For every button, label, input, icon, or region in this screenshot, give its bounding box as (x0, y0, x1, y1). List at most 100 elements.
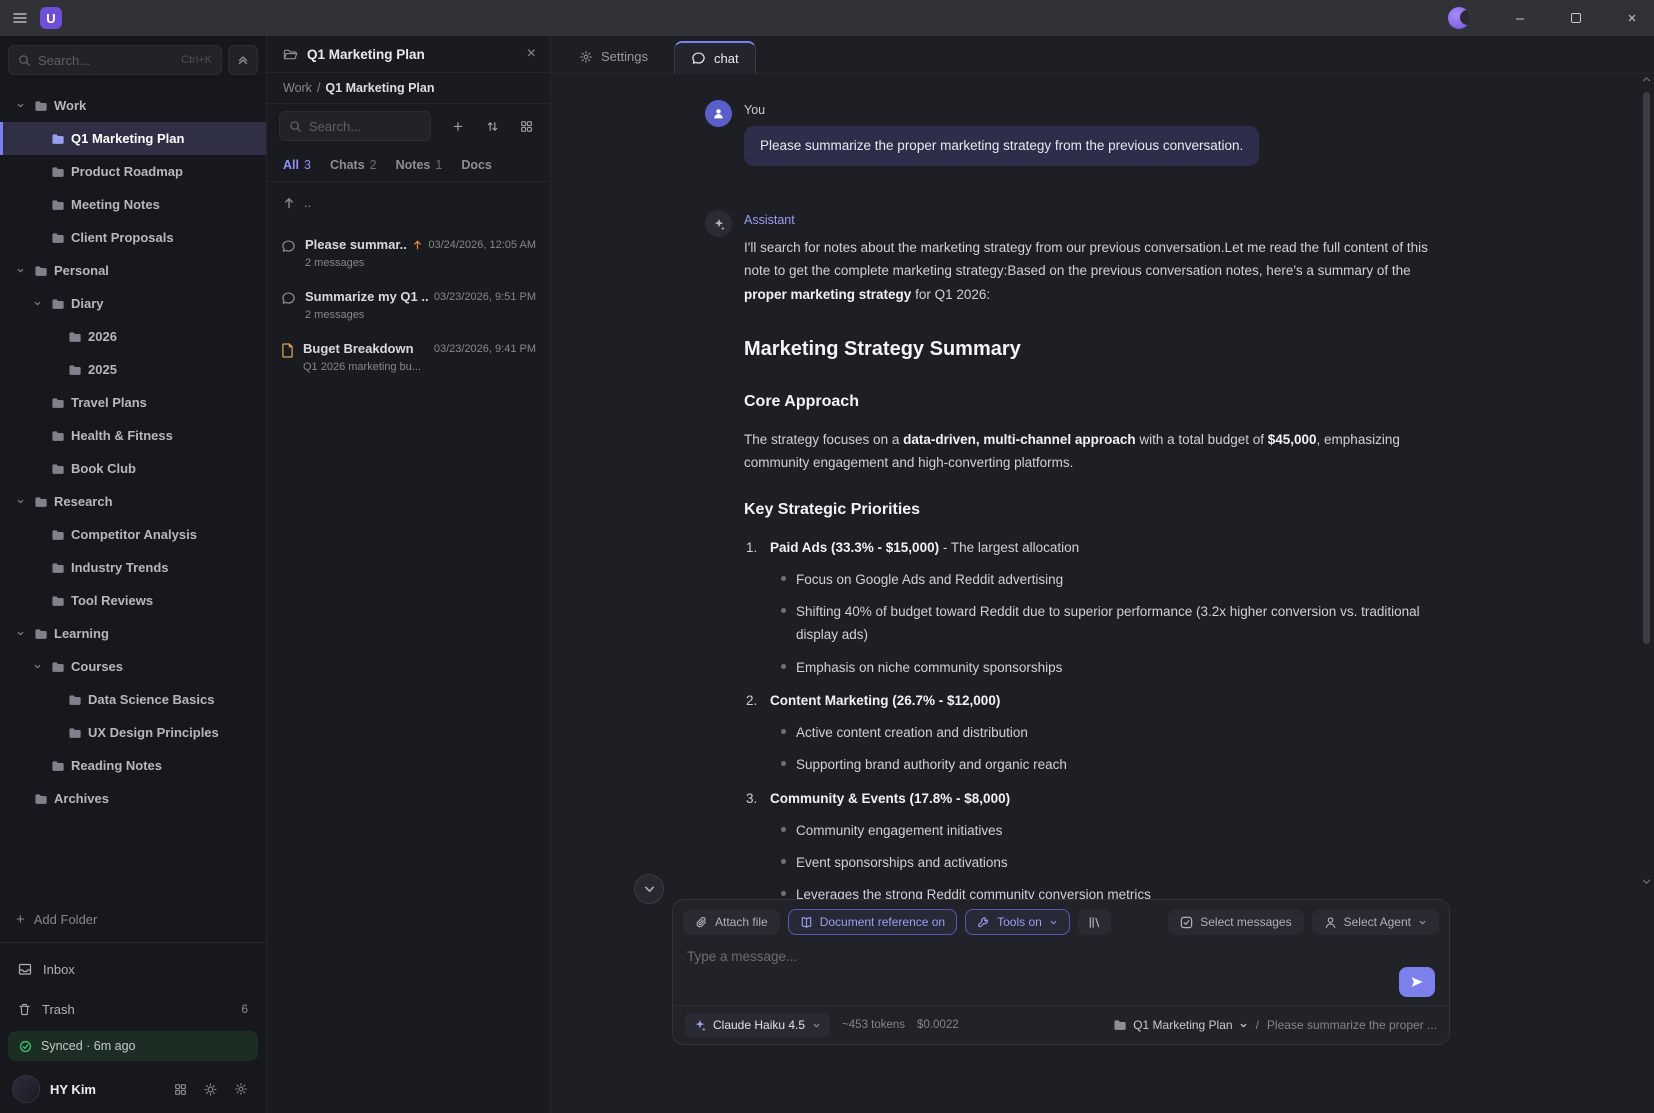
sidebar-item-diary[interactable]: Diary (0, 287, 266, 320)
tab-label: Docs (461, 158, 492, 172)
sidebar-item-book-club[interactable]: Book Club (0, 452, 266, 485)
context-folder-selector[interactable]: Q1 Marketing Plan (1113, 1018, 1247, 1032)
sidebar-search[interactable]: Ctrl+K (8, 45, 222, 75)
folder-icon (1113, 1019, 1127, 1031)
arrow-up-icon (283, 197, 295, 209)
sidebar-item-ux-design-principles[interactable]: UX Design Principles (0, 716, 266, 749)
chevron-down-icon[interactable] (12, 101, 28, 110)
sidebar-item-courses[interactable]: Courses (0, 650, 266, 683)
menu-icon[interactable] (12, 10, 28, 26)
list-item-buget-breakdown[interactable]: Buget Breakdown03/23/2026, 9:41 PMQ1 202… (267, 331, 550, 383)
context-chat-title: Please summarize the proper ... (1267, 1018, 1437, 1032)
tab-docs[interactable]: Docs (461, 158, 492, 172)
sub-heading: Core Approach (744, 388, 1434, 416)
tab-all[interactable]: All3 (283, 158, 311, 172)
send-button[interactable] (1399, 967, 1435, 997)
sidebar-item-label: 2025 (88, 362, 117, 377)
new-item-button[interactable]: + (444, 112, 472, 140)
settings-gear-icon[interactable] (234, 1082, 248, 1096)
sidebar-item-research[interactable]: Research (0, 485, 266, 518)
sidebar-item-2025[interactable]: 2025 (0, 353, 266, 386)
list-item-please-summar[interactable]: Please summar...03/24/2026, 12:05 AM2 me… (267, 227, 550, 279)
document-reference-toggle[interactable]: Document reference on (788, 909, 957, 935)
view-grid-button[interactable] (512, 112, 540, 140)
sparkle-icon (713, 218, 725, 230)
sidebar-item-data-science-basics[interactable]: Data Science Basics (0, 683, 266, 716)
sidebar-item-q1-marketing-plan[interactable]: Q1 Marketing Plan (0, 122, 266, 155)
chevron-down-icon[interactable] (12, 497, 28, 506)
sidebar-item-learning[interactable]: Learning (0, 617, 266, 650)
sidebar-item-reading-notes[interactable]: Reading Notes (0, 749, 266, 782)
list-item-summarize-my-q1[interactable]: Summarize my Q1 ...03/23/2026, 9:51 PM2 … (267, 279, 550, 331)
navigate-up-row[interactable]: .. (267, 182, 550, 219)
assistant-avatar (705, 210, 732, 237)
account-avatar[interactable] (1448, 7, 1470, 29)
scroll-down-button[interactable] (634, 874, 664, 904)
tab-count: 2 (370, 158, 377, 172)
sidebar-item-meeting-notes[interactable]: Meeting Notes (0, 188, 266, 221)
sidebar-item-inbox[interactable]: Inbox (0, 949, 266, 989)
panel-search-input[interactable] (309, 119, 404, 134)
panel-search[interactable] (279, 111, 431, 141)
sidebar-item-archives[interactable]: Archives (0, 782, 266, 815)
chevron-down-icon[interactable] (29, 662, 45, 671)
sidebar-item-work[interactable]: Work (0, 89, 266, 122)
trash-count-badge: 6 (241, 1002, 248, 1016)
attach-file-button[interactable]: Attach file (683, 909, 780, 935)
sidebar-item-label: UX Design Principles (88, 725, 219, 740)
sidebar-item-travel-plans[interactable]: Travel Plans (0, 386, 266, 419)
chevron-down-icon[interactable] (12, 266, 28, 275)
tab-chat[interactable]: chat (674, 41, 756, 74)
theme-toggle-icon[interactable] (204, 1082, 217, 1096)
scroll-down-arrow[interactable] (1642, 878, 1651, 885)
sidebar-item-2026[interactable]: 2026 (0, 320, 266, 353)
scrollbar-thumb[interactable] (1643, 92, 1650, 644)
model-selector[interactable]: Claude Haiku 4.5 (685, 1013, 830, 1037)
apps-grid-icon[interactable] (174, 1082, 187, 1096)
message-input[interactable] (687, 949, 1389, 1001)
list-item-top: Buget Breakdown03/23/2026, 9:41 PM (303, 341, 536, 356)
breadcrumb-parent[interactable]: Work (283, 81, 312, 95)
sidebar-item-label: Competitor Analysis (71, 527, 197, 542)
sidebar-item-label: Tool Reviews (71, 593, 153, 608)
chevron-down-icon[interactable] (12, 629, 28, 638)
sidebar-search-input[interactable] (38, 53, 174, 68)
composer: Attach file Document reference on Tools … (672, 899, 1450, 1045)
folder-icon (34, 628, 48, 640)
sidebar-item-health-fitness[interactable]: Health & Fitness (0, 419, 266, 452)
panel-close-icon[interactable]: × (527, 46, 536, 62)
scrollbar[interactable] (1640, 76, 1652, 885)
sidebar-item-competitor-analysis[interactable]: Competitor Analysis (0, 518, 266, 551)
tab-bar: Settings chat (551, 36, 1654, 74)
sidebar-item-client-proposals[interactable]: Client Proposals (0, 221, 266, 254)
tab-notes[interactable]: Notes1 (396, 158, 443, 172)
sidebar-item-label: Diary (71, 296, 104, 311)
chevron-down-icon[interactable] (29, 299, 45, 308)
tab-settings[interactable]: Settings (563, 40, 664, 73)
chevron-down-icon (1418, 918, 1427, 927)
library-button[interactable] (1078, 909, 1111, 935)
tools-toggle[interactable]: Tools on (965, 909, 1070, 935)
sidebar-item-tool-reviews[interactable]: Tool Reviews (0, 584, 266, 617)
sort-button[interactable] (478, 112, 506, 140)
folder-icon (68, 727, 82, 739)
user-avatar[interactable] (12, 1075, 40, 1103)
select-messages-button[interactable]: Select messages (1168, 909, 1303, 935)
maximize-button[interactable] (1554, 0, 1598, 36)
collapse-sidebar-button[interactable] (228, 45, 258, 75)
sidebar-item-label: Work (54, 98, 86, 113)
tab-count: 1 (435, 158, 442, 172)
sidebar-item-product-roadmap[interactable]: Product Roadmap (0, 155, 266, 188)
chat-message-area[interactable]: You Please summarize the proper marketin… (551, 74, 1654, 899)
inbox-icon (18, 962, 32, 976)
minimize-button[interactable]: – (1498, 0, 1542, 36)
tab-chats[interactable]: Chats2 (330, 158, 377, 172)
sidebar-item-trash[interactable]: Trash 6 (0, 989, 266, 1029)
chevron-down-icon (643, 883, 656, 896)
sidebar-item-industry-trends[interactable]: Industry Trends (0, 551, 266, 584)
close-button[interactable]: × (1610, 0, 1654, 36)
add-folder-button[interactable]: + Add Folder (0, 901, 266, 938)
select-agent-button[interactable]: Select Agent (1312, 909, 1439, 935)
sidebar-item-personal[interactable]: Personal (0, 254, 266, 287)
scroll-up-arrow[interactable] (1642, 76, 1651, 83)
